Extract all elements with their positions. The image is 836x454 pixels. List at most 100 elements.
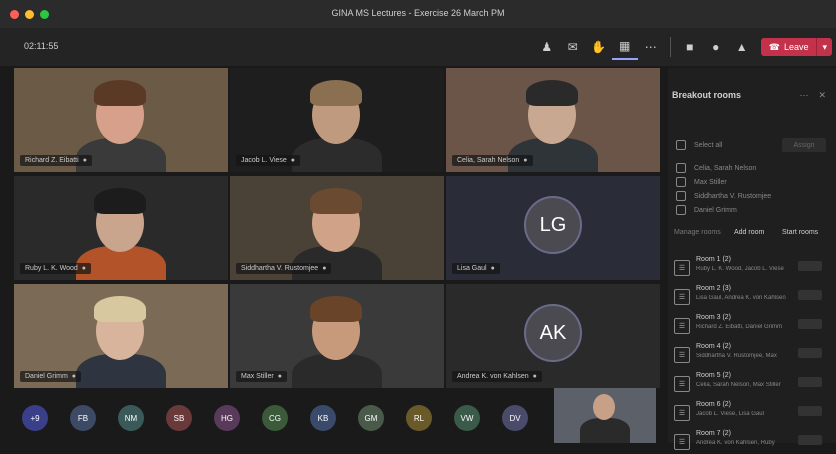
- mic-status-icon: ●: [81, 265, 87, 272]
- unassigned-participant-row[interactable]: Siddhartha V. Rustomjee: [676, 191, 771, 201]
- breakout-room-row[interactable]: ☰ Room 3 (2) Richard Z. Eibatti, Daniel Gr…: [674, 312, 832, 338]
- breakout-room-row[interactable]: ☰ Room 7 (2) Andrea K. von Kahlsen, Ruby: [674, 428, 832, 454]
- toolbar-divider: [669, 37, 671, 57]
- breakout-rooms-panel: Breakout rooms ⋯ ✕ Select all Assign Cel…: [668, 68, 836, 450]
- room-name: Room 6 (2): [696, 401, 732, 408]
- participant-name: Ruby L. K. Wood: [25, 265, 78, 272]
- start-rooms-button[interactable]: Start rooms: [782, 229, 818, 236]
- unassigned-participant-row[interactable]: Max Stiller: [676, 177, 727, 187]
- breakout-room-row[interactable]: ☰ Room 5 (2) Celia, Sarah Nelson, Max Stil…: [674, 370, 832, 396]
- participant-bubble[interactable]: NM: [118, 405, 144, 431]
- breakout-room-row[interactable]: ☰ Room 1 (2) Ruby L. K. Wood, Jacob L. Vie…: [674, 254, 832, 280]
- video-tile[interactable]: Siddhartha V. Rustomjee ●: [230, 176, 444, 280]
- unassigned-participant-row[interactable]: Daniel Grimm: [676, 205, 737, 215]
- self-head: [593, 394, 615, 420]
- room-members: Richard Z. Eibatti, Daniel Grimm: [696, 324, 783, 330]
- manage-rooms-label[interactable]: Manage rooms: [674, 229, 721, 236]
- participant-hair: [310, 296, 362, 322]
- panel-close-icon[interactable]: ✕: [818, 90, 826, 101]
- panel-options-icon[interactable]: ⋯: [799, 90, 808, 101]
- room-options-button[interactable]: [798, 319, 822, 329]
- window-title: GINA MS Lectures - Exercise 26 March PM: [331, 8, 505, 18]
- mic-status-icon: ●: [322, 265, 327, 272]
- participant-name: Andrea K. von Kahlsen: [457, 373, 529, 380]
- participant-bubble[interactable]: RL: [406, 405, 432, 431]
- toolbar-actions: ♟ ✉ ✋ ▦ ⋯ ■ ● ▲ ☎ Leave ▾: [534, 34, 832, 60]
- participant-hair: [310, 188, 362, 214]
- video-tile[interactable]: LG Lisa Gaul ●: [446, 176, 660, 280]
- mic-status-icon: ●: [490, 265, 495, 272]
- participant-name-tag: Richard Z. Eibatti ●: [20, 155, 92, 166]
- participant-bubble[interactable]: +9: [22, 405, 48, 431]
- breakout-room-row[interactable]: ☰ Room 6 (2) Jacob L. Viese, Lisa Gaul: [674, 399, 832, 425]
- participant-checkbox[interactable]: [676, 177, 686, 187]
- leave-button[interactable]: ☎ Leave ▾: [760, 38, 832, 56]
- participant-name: Max Stiller: [241, 373, 274, 380]
- participant-bubble[interactable]: VW: [454, 405, 480, 431]
- participant-bubble[interactable]: HG: [214, 405, 240, 431]
- self-view-video[interactable]: [554, 388, 656, 443]
- room-options-button[interactable]: [798, 261, 822, 271]
- room-members: Celia, Sarah Nelson, Max Stiller: [696, 382, 781, 388]
- video-tile[interactable]: Celia, Sarah Nelson ●: [446, 68, 660, 172]
- rooms-icon[interactable]: ▦: [611, 34, 638, 60]
- breakout-room-row[interactable]: ☰ Room 2 (3) Lisa Gaul, Andrea K. von Kahl…: [674, 283, 832, 309]
- panel-title: Breakout rooms: [672, 90, 742, 100]
- room-members: Ruby L. K. Wood, Jacob L. Viese: [696, 266, 784, 272]
- video-tile[interactable]: Jacob L. Viese ●: [230, 68, 444, 172]
- unassigned-participant-row[interactable]: Celia, Sarah Nelson: [676, 163, 756, 173]
- participant-hair: [526, 80, 578, 106]
- video-tile[interactable]: Ruby L. K. Wood ●: [14, 176, 228, 280]
- video-tile[interactable]: AK Andrea K. von Kahlsen ●: [446, 284, 660, 388]
- participant-hair: [94, 188, 146, 214]
- select-all-label: Select all: [694, 141, 723, 149]
- participant-bubble[interactable]: DV: [502, 405, 528, 431]
- select-all-row[interactable]: Select all: [676, 140, 722, 150]
- participant-name: Richard Z. Eibatti: [25, 157, 79, 164]
- room-options-button[interactable]: [798, 435, 822, 445]
- room-options-button[interactable]: [798, 348, 822, 358]
- participant-label: Daniel Grimm: [694, 206, 737, 214]
- mic-status-icon: ●: [82, 157, 87, 164]
- assign-button[interactable]: Assign: [782, 138, 826, 152]
- room-options-button[interactable]: [798, 290, 822, 300]
- more-icon[interactable]: ⋯: [638, 34, 664, 60]
- participant-checkbox[interactable]: [676, 191, 686, 201]
- participant-name: Siddhartha V. Rustomjee: [241, 265, 319, 272]
- room-name: Room 5 (2): [696, 372, 732, 379]
- participant-bubble[interactable]: KB: [310, 405, 336, 431]
- participant-label: Siddhartha V. Rustomjee: [694, 192, 772, 200]
- participant-name-tag: Ruby L. K. Wood ●: [20, 263, 92, 274]
- participant-bubble[interactable]: CG: [262, 405, 288, 431]
- participant-bubble[interactable]: FB: [70, 405, 96, 431]
- video-tile[interactable]: Max Stiller ●: [230, 284, 444, 388]
- phone-icon: ☎: [768, 41, 780, 52]
- share-icon[interactable]: ▲: [729, 34, 755, 60]
- participant-name-tag: Siddhartha V. Rustomjee ●: [236, 263, 332, 274]
- room-options-button[interactable]: [798, 377, 822, 387]
- room-icon: ☰: [674, 318, 690, 334]
- participant-bubble[interactable]: GM: [358, 405, 384, 431]
- participant-avatar: AK: [524, 304, 582, 362]
- video-tile[interactable]: Daniel Grimm ●: [14, 284, 228, 388]
- participant-bubble[interactable]: SB: [166, 405, 192, 431]
- room-icon: ☰: [674, 289, 690, 305]
- select-all-checkbox[interactable]: [676, 140, 686, 150]
- leave-label: Leave: [783, 42, 809, 52]
- room-options-button[interactable]: [798, 406, 822, 416]
- participant-name: Daniel Grimm: [25, 373, 68, 380]
- mic-icon[interactable]: ●: [703, 34, 729, 60]
- chat-icon[interactable]: ✉: [560, 34, 586, 60]
- camera-icon[interactable]: ■: [677, 34, 703, 60]
- participant-hair: [310, 80, 362, 106]
- add-room-button[interactable]: Add room: [734, 229, 764, 236]
- room-name: Room 4 (2): [696, 343, 732, 350]
- participant-checkbox[interactable]: [676, 163, 686, 173]
- video-tile[interactable]: Richard Z. Eibatti ●: [14, 68, 228, 172]
- breakout-room-row[interactable]: ☰ Room 4 (2) Siddhartha V. Rustomjee, Max: [674, 341, 832, 367]
- leave-options-chevron-icon[interactable]: ▾: [816, 38, 832, 56]
- participant-checkbox[interactable]: [676, 205, 686, 215]
- hand-icon[interactable]: ✋: [586, 34, 612, 60]
- room-icon: ☰: [674, 260, 690, 276]
- people-icon[interactable]: ♟: [534, 34, 560, 60]
